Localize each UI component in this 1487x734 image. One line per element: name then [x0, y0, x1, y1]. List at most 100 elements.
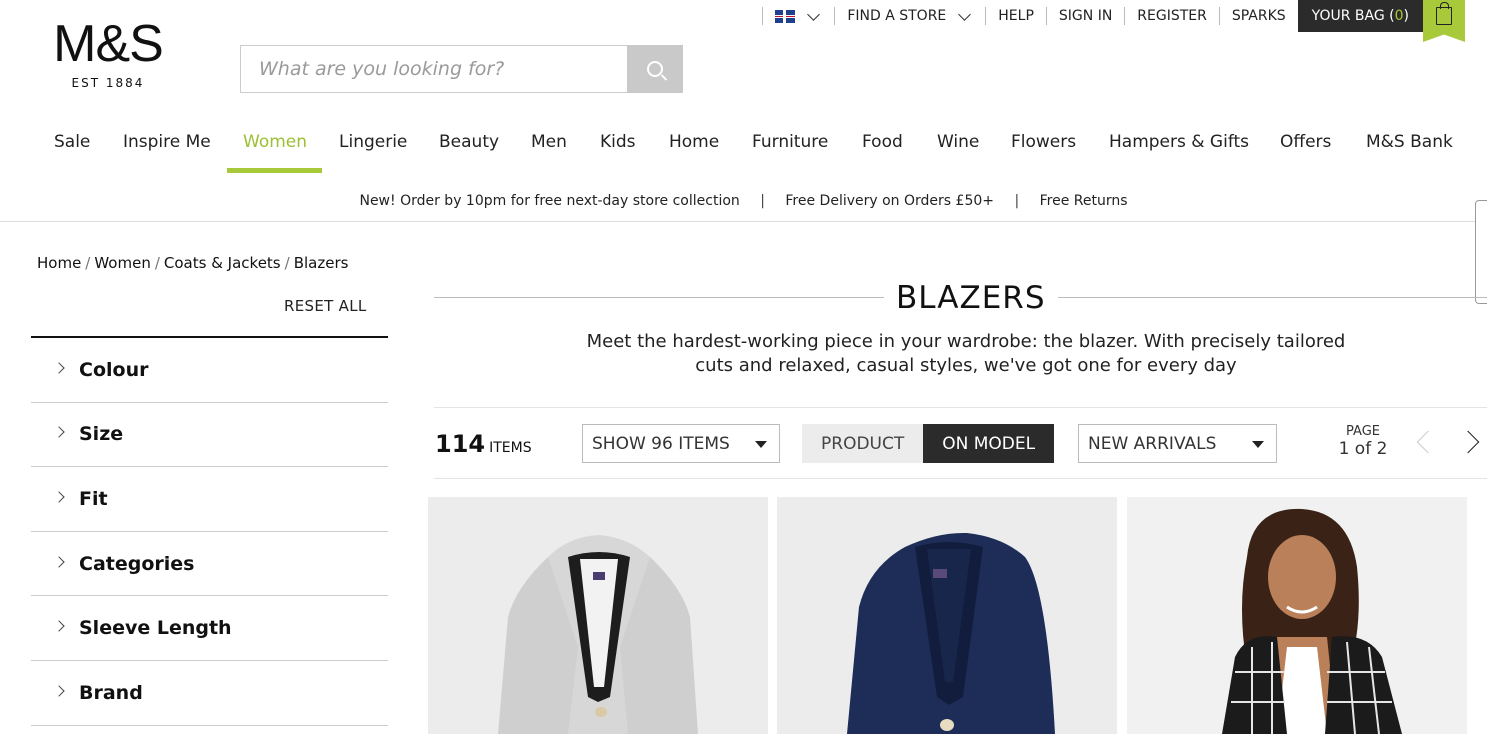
search-icon — [647, 61, 663, 77]
product-tile[interactable] — [428, 497, 768, 734]
chevron-down-icon[interactable] — [807, 7, 821, 21]
divider — [0, 221, 1487, 222]
nav-item-furniture[interactable]: Furniture — [752, 132, 828, 152]
category-description: Meet the hardest-working piece in your w… — [586, 331, 1346, 376]
product-image-navy-blazer — [847, 532, 1055, 734]
promo-delivery[interactable]: Free Delivery on Orders £50+ — [785, 193, 994, 209]
facet-fit[interactable]: Fit — [31, 467, 388, 532]
uk-flag-icon[interactable] — [775, 9, 796, 23]
sort-value: NEW ARRIVALS — [1088, 433, 1217, 454]
promo-collection[interactable]: New! Order by 10pm for free next-day sto… — [359, 193, 739, 209]
facet-label: Categories — [79, 552, 195, 575]
divider — [434, 407, 1487, 408]
divider — [985, 7, 987, 25]
chevron-right-icon — [53, 620, 65, 632]
nav-item-ms-bank[interactable]: M&S Bank — [1366, 132, 1453, 152]
divider — [434, 478, 1487, 479]
utility-bar: FIND A STORE HELP SIGN IN REGISTER SPARK… — [750, 0, 1465, 42]
logo[interactable]: M&S EST 1884 — [46, 16, 170, 90]
search-input[interactable] — [240, 45, 627, 93]
nav-item-offers[interactable]: Offers — [1280, 132, 1331, 152]
nav-item-hampers-gifts[interactable]: Hampers & Gifts — [1109, 132, 1249, 152]
chevron-down-icon[interactable] — [958, 7, 972, 21]
product-tile[interactable] — [777, 497, 1117, 734]
item-count-number: 114 — [435, 430, 486, 458]
facet-brand[interactable]: Brand — [31, 661, 388, 726]
dropdown-triangle-icon — [755, 441, 767, 448]
feedback-tab[interactable] — [1475, 200, 1487, 304]
chevron-right-icon — [53, 555, 65, 568]
breadcrumb-blazers: Blazers — [293, 254, 349, 272]
divider — [834, 7, 836, 25]
facet-label: Sleeve Length — [79, 617, 232, 640]
nav-item-sale[interactable]: Sale — [54, 132, 90, 152]
main-nav: Sale Inspire Me Women Lingerie Beauty Me… — [0, 122, 1487, 174]
divider — [1124, 7, 1126, 25]
show-items-select[interactable]: SHOW 96 ITEMS — [582, 424, 780, 463]
breadcrumb-separator: / — [154, 254, 160, 272]
your-bag-button[interactable]: YOUR BAG ( 0 ) — [1297, 0, 1423, 32]
bag-count: 0 — [1394, 8, 1404, 24]
chevron-left-icon[interactable] — [1416, 430, 1440, 454]
chevron-right-icon — [53, 491, 65, 503]
show-items-value: SHOW 96 ITEMS — [592, 433, 730, 454]
nav-item-kids[interactable]: Kids — [600, 132, 636, 152]
facet-colour[interactable]: Colour — [31, 338, 388, 403]
page-title: BLAZERS — [884, 280, 1058, 316]
promo-returns[interactable]: Free Returns — [1040, 193, 1128, 209]
breadcrumb-separator: / — [284, 254, 290, 272]
breadcrumb-home[interactable]: Home — [37, 254, 81, 272]
facet-size[interactable]: Size — [31, 403, 388, 468]
facet-label: Size — [79, 423, 124, 446]
page-value: 1 of 2 — [1338, 439, 1388, 459]
search-button[interactable] — [627, 45, 683, 93]
nav-item-beauty[interactable]: Beauty — [439, 132, 499, 152]
facet-categories[interactable]: Categories — [31, 532, 388, 597]
promo-separator: | — [760, 193, 765, 209]
chevron-right-icon[interactable] — [1456, 430, 1480, 454]
nav-item-flowers[interactable]: Flowers — [1011, 132, 1076, 152]
view-on-model-button[interactable]: ON MODEL — [923, 424, 1055, 463]
sparks-link[interactable]: SPARKS — [1232, 8, 1286, 24]
breadcrumb-coats-jackets[interactable]: Coats & Jackets — [164, 254, 281, 272]
view-product-button[interactable]: PRODUCT — [802, 424, 924, 463]
divider — [762, 7, 764, 25]
facet-sleeve-length[interactable]: Sleeve Length — [31, 596, 388, 661]
find-store-link[interactable]: FIND A STORE — [847, 8, 946, 24]
promo-strip: New! Order by 10pm for free next-day sto… — [0, 193, 1487, 209]
facet-label: Colour — [79, 358, 149, 381]
nav-item-wine[interactable]: Wine — [937, 132, 979, 152]
view-toggle: PRODUCT ON MODEL — [802, 424, 1055, 463]
sort-select[interactable]: NEW ARRIVALS — [1078, 424, 1277, 463]
shopping-bag-icon[interactable] — [1423, 0, 1465, 42]
reset-all-button[interactable]: RESET ALL — [284, 297, 367, 315]
help-link[interactable]: HELP — [998, 8, 1034, 24]
breadcrumb-women[interactable]: Women — [94, 254, 150, 272]
chevron-right-icon — [53, 362, 65, 374]
breadcrumb: Home / Women / Coats & Jackets / Blazers — [37, 254, 348, 272]
nav-item-lingerie[interactable]: Lingerie — [339, 132, 407, 152]
chevron-right-icon — [53, 426, 65, 439]
product-image-model-blazer — [1222, 508, 1402, 734]
logo-mark: M&S — [53, 15, 164, 73]
bag-label: YOUR BAG ( — [1311, 8, 1395, 24]
nav-item-food[interactable]: Food — [862, 132, 903, 152]
bag-close: ) — [1403, 8, 1409, 24]
divider — [1045, 7, 1047, 25]
page-label: PAGE — [1346, 424, 1380, 439]
nav-item-women[interactable]: Women — [243, 132, 307, 152]
divider — [1218, 7, 1220, 25]
product-image-grey-blazer — [498, 535, 698, 734]
sign-in-link[interactable]: SIGN IN — [1059, 8, 1112, 24]
item-count-label: ITEMS — [489, 440, 532, 456]
nav-item-home[interactable]: Home — [669, 132, 719, 152]
nav-item-men[interactable]: Men — [531, 132, 567, 152]
active-nav-indicator — [227, 168, 322, 173]
nav-item-inspire-me[interactable]: Inspire Me — [123, 132, 211, 152]
promo-separator: | — [1014, 193, 1020, 209]
facet-label: Fit — [79, 487, 108, 510]
product-tile[interactable] — [1127, 497, 1467, 734]
search-bar — [240, 45, 683, 93]
logo-est: EST 1884 — [71, 76, 145, 90]
register-link[interactable]: REGISTER — [1137, 8, 1207, 24]
